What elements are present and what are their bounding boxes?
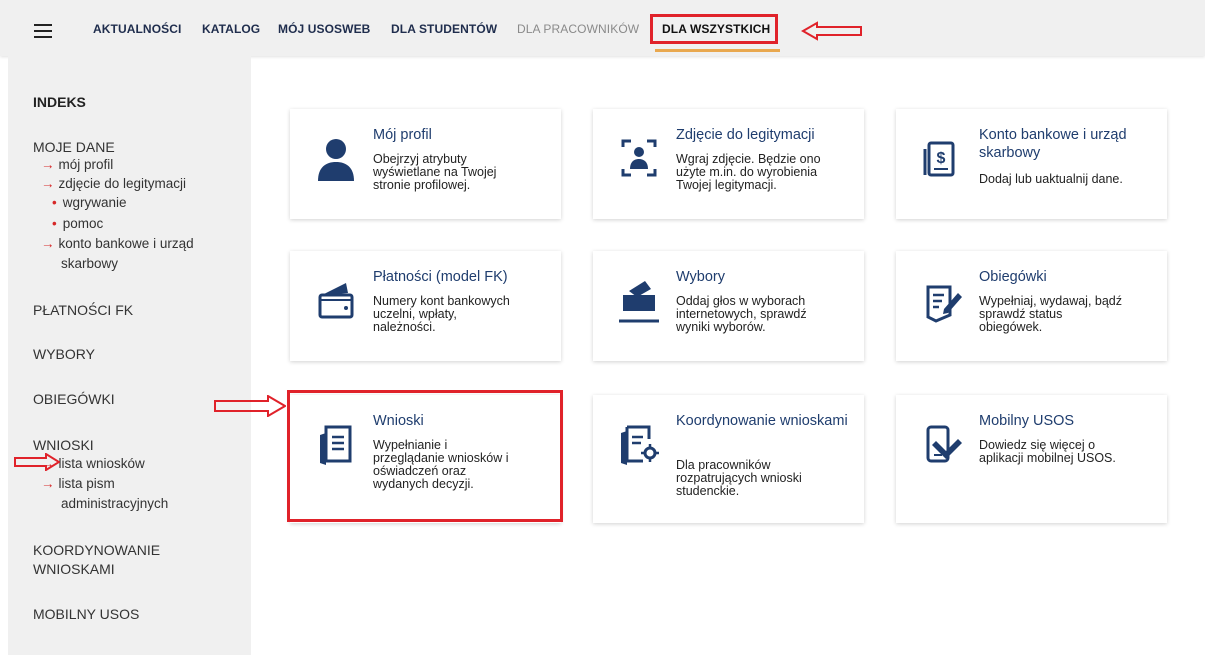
sidebar-wybory[interactable]: WYBORY	[33, 346, 95, 362]
nav-dla-pracownikow[interactable]: DLA PRACOWNIKÓW	[517, 22, 639, 36]
sidebar-moje-dane[interactable]: MOJE DANE	[33, 139, 115, 155]
nav-katalog[interactable]: KATALOG	[202, 22, 260, 36]
card-zdjecie[interactable]: Zdjęcie do legitymacji Wgraj zdjęcie. Bę…	[593, 109, 864, 219]
sidebar-item-konto[interactable]: → konto bankowe i urząd	[41, 236, 194, 251]
card-title: Konto bankowe i urząd skarbowy	[979, 127, 1127, 161]
sidebar-item-moj-profil[interactable]: → mój profil	[41, 157, 113, 172]
annotation-arrow-right-icon	[14, 453, 60, 471]
bullet-icon: •	[52, 195, 57, 210]
card-description: Wypełniaj, wydawaj, bądź sprawdź status ob…	[979, 294, 1123, 334]
card-description: Numery kont bankowych uczelni, wpłaty, nal…	[373, 294, 510, 334]
sidebar-item-wgrywanie[interactable]: • wgrywanie	[52, 195, 127, 210]
sidebar-platnosci[interactable]: PŁATNOŚCI FK	[33, 302, 133, 318]
sidebar-mobilny[interactable]: MOBILNY USOS	[33, 606, 139, 622]
arrow-icon: →	[41, 157, 55, 172]
card-koordynowanie[interactable]: Koordynowanie wnioskami Dla pracowników r…	[593, 395, 864, 523]
nav-aktualnosci[interactable]: AKTUALNOŚCI	[93, 22, 181, 36]
highlight-box-wnioski	[287, 390, 563, 522]
ballot-box-icon	[619, 277, 659, 325]
bank-document-icon: $	[922, 135, 962, 183]
card-description: Dodaj lub uaktualnij dane.	[979, 172, 1123, 186]
sidebar-koordynowanie[interactable]: KOORDYNOWANIE	[33, 542, 160, 558]
top-navigation: AKTUALNOŚCI KATALOG MÓJ USOSWEB DLA STUD…	[0, 0, 1205, 56]
annotation-arrow-left-icon	[801, 21, 862, 41]
card-description: Wgraj zdjęcie. Będzie ono użyte m.in. do …	[676, 152, 821, 192]
nav-moj-usosweb[interactable]: MÓJ USOSWEB	[278, 22, 370, 36]
card-wybory[interactable]: Wybory Oddaj głos w wyborach internetowyc…	[593, 251, 864, 361]
user-icon	[316, 135, 356, 183]
card-description: Dowiedz się więcej o aplikacji mobilnej U…	[979, 438, 1116, 465]
document-gear-icon	[619, 421, 659, 469]
sidebar-indeks[interactable]: INDEKS	[33, 94, 86, 110]
form-edit-icon	[922, 277, 962, 325]
card-description: Oddaj głos w wyborach internetowych, spra…	[676, 294, 807, 334]
active-tab-underline	[655, 49, 780, 52]
wallet-icon	[316, 277, 356, 325]
card-obiegowki[interactable]: Obiegówki Wypełniaj, wydawaj, bądź sprawd…	[896, 251, 1167, 361]
mobile-icon	[922, 421, 962, 469]
card-description: Dla pracowników rozpatrujących wnioski stu…	[676, 458, 802, 498]
arrow-icon: →	[41, 476, 55, 491]
card-title: Koordynowanie wnioskami	[676, 413, 848, 429]
sidebar-koordynowanie-line2[interactable]: WNIOSKAMI	[33, 561, 115, 577]
bullet-icon: •	[52, 216, 57, 231]
card-mobilny-usos[interactable]: Mobilny USOS Dowiedz się więcej o aplikac…	[896, 395, 1167, 523]
arrow-icon: →	[41, 236, 55, 251]
card-moj-profil[interactable]: Mój profil Obejrzyj atrybuty wyświetlane …	[290, 109, 561, 219]
card-title: Zdjęcie do legitymacji	[676, 127, 815, 143]
sidebar-item-lista-pism[interactable]: → lista pism	[41, 476, 115, 491]
sidebar-obiegowki[interactable]: OBIEGÓWKI	[33, 391, 115, 407]
highlight-box-nav	[650, 14, 778, 44]
sidebar-item-konto-line2[interactable]: skarbowy	[61, 256, 118, 271]
card-konto-bankowe[interactable]: $ Konto bankowe i urząd skarbowy Dodaj l…	[896, 109, 1167, 219]
nav-dla-studentow[interactable]: DLA STUDENTÓW	[391, 22, 497, 36]
photo-id-icon	[619, 135, 659, 183]
sidebar-item-lista-pism-line2[interactable]: administracyjnych	[61, 496, 168, 511]
sidebar-item-pomoc[interactable]: • pomoc	[52, 216, 103, 231]
card-title: Płatności (model FK)	[373, 269, 508, 285]
card-title: Obiegówki	[979, 269, 1047, 285]
card-description: Obejrzyj atrybuty wyświetlane na Twojej st…	[373, 152, 497, 192]
sidebar-wnioski[interactable]: WNIOSKI	[33, 437, 94, 453]
card-title: Mobilny USOS	[979, 413, 1075, 429]
sidebar-item-zdjecie[interactable]: → zdjęcie do legitymacji	[41, 176, 186, 191]
card-title: Wybory	[676, 269, 726, 285]
hamburger-menu-icon[interactable]	[34, 24, 52, 38]
svg-text:$: $	[937, 150, 946, 167]
arrow-icon: →	[41, 176, 55, 191]
card-title: Mój profil	[373, 127, 432, 143]
annotation-arrow-right-icon	[214, 395, 286, 417]
card-platnosci[interactable]: Płatności (model FK) Numery kont bankowy…	[290, 251, 561, 361]
